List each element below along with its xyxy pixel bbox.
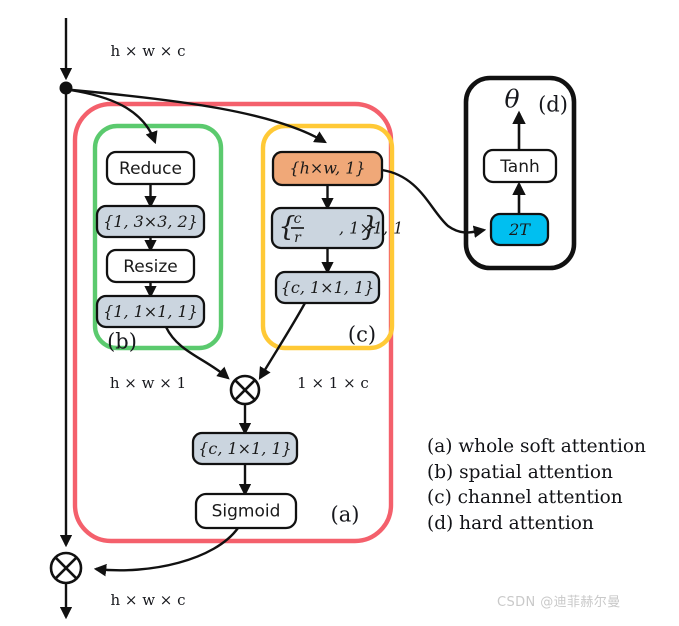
hard-attention-node-temperature-label: 2T xyxy=(508,220,531,239)
channel-node-pool[interactable]: {h×w, 1} xyxy=(271,150,384,187)
hard-attention-node-temperature[interactable]: 2T xyxy=(489,212,550,247)
soft-attention-node-sigmoid-label: Sigmoid xyxy=(212,502,281,522)
legend-item-b: (b) spatial attention xyxy=(427,461,613,483)
channel-node-fc1-brace-close: } xyxy=(361,212,378,243)
channel-node-fc1-numerator: c xyxy=(294,211,302,227)
output-dimension-label: h × w × c xyxy=(110,591,185,609)
channel-attention-tag: (c) xyxy=(348,323,376,347)
channel-node-fc1[interactable]: { c r , 1×1, 1 } xyxy=(270,206,403,250)
input-branch-node xyxy=(59,81,73,95)
hard-attention-tag: (d) xyxy=(538,93,568,117)
csdn-watermark: CSDN @迪菲赫尔曼 xyxy=(497,595,621,610)
edge-sigmoid-to-output-merge xyxy=(93,527,239,577)
spatial-node-reduce-label: Reduce xyxy=(119,159,182,179)
spatial-node-conv1[interactable]: {1, 3×3, 2} xyxy=(95,204,206,239)
whole-soft-attention-tag: (a) xyxy=(331,503,360,527)
channel-node-fc2-label: {c, 1×1, 1} xyxy=(281,278,375,297)
soft-attention-node-conv-label: {c, 1×1, 1} xyxy=(198,439,292,458)
figure-canvas: Reduce {1, 3×3, 2} Resize {1, 1×1, 1} (b… xyxy=(0,0,679,626)
spatial-node-resize[interactable]: Resize xyxy=(105,248,196,284)
hard-attention-node-tanh-label: Tanh xyxy=(499,157,540,177)
merge-multiply-operator xyxy=(229,374,261,406)
spatial-node-conv1-label: {1, 3×3, 2} xyxy=(103,212,198,231)
spatial-node-conv2[interactable]: {1, 1×1, 1} xyxy=(95,294,206,329)
soft-attention-node-conv[interactable]: {c, 1×1, 1} xyxy=(191,431,299,466)
output-multiply-operator xyxy=(49,551,83,585)
spatial-node-reduce[interactable]: Reduce xyxy=(105,150,196,186)
hard-attention-theta-label: θ xyxy=(504,85,519,114)
legend: (a) whole soft attention (b) spatial att… xyxy=(427,434,677,536)
input-dimension-label: h × w × c xyxy=(110,42,185,60)
soft-attention-node-sigmoid[interactable]: Sigmoid xyxy=(194,492,298,530)
channel-node-pool-label: {h×w, 1} xyxy=(289,159,365,178)
spatial-node-conv2-label: {1, 1×1, 1} xyxy=(103,302,198,321)
legend-item-a: (a) whole soft attention xyxy=(427,436,646,457)
edge-input-to-channel xyxy=(71,88,327,144)
legend-item-d: (d) hard attention xyxy=(427,512,594,534)
spatial-node-resize-label: Resize xyxy=(123,257,177,277)
hard-attention-node-tanh[interactable]: Tanh xyxy=(482,148,558,184)
spatial-attention-tag: (b) xyxy=(107,330,137,354)
channel-node-fc2[interactable]: {c, 1×1, 1} xyxy=(274,270,381,305)
spatial-output-dimension-label: h × w × 1 xyxy=(110,374,186,392)
channel-output-dimension-label: 1 × 1 × c xyxy=(297,374,369,392)
legend-item-c: (c) channel attention xyxy=(427,487,623,508)
